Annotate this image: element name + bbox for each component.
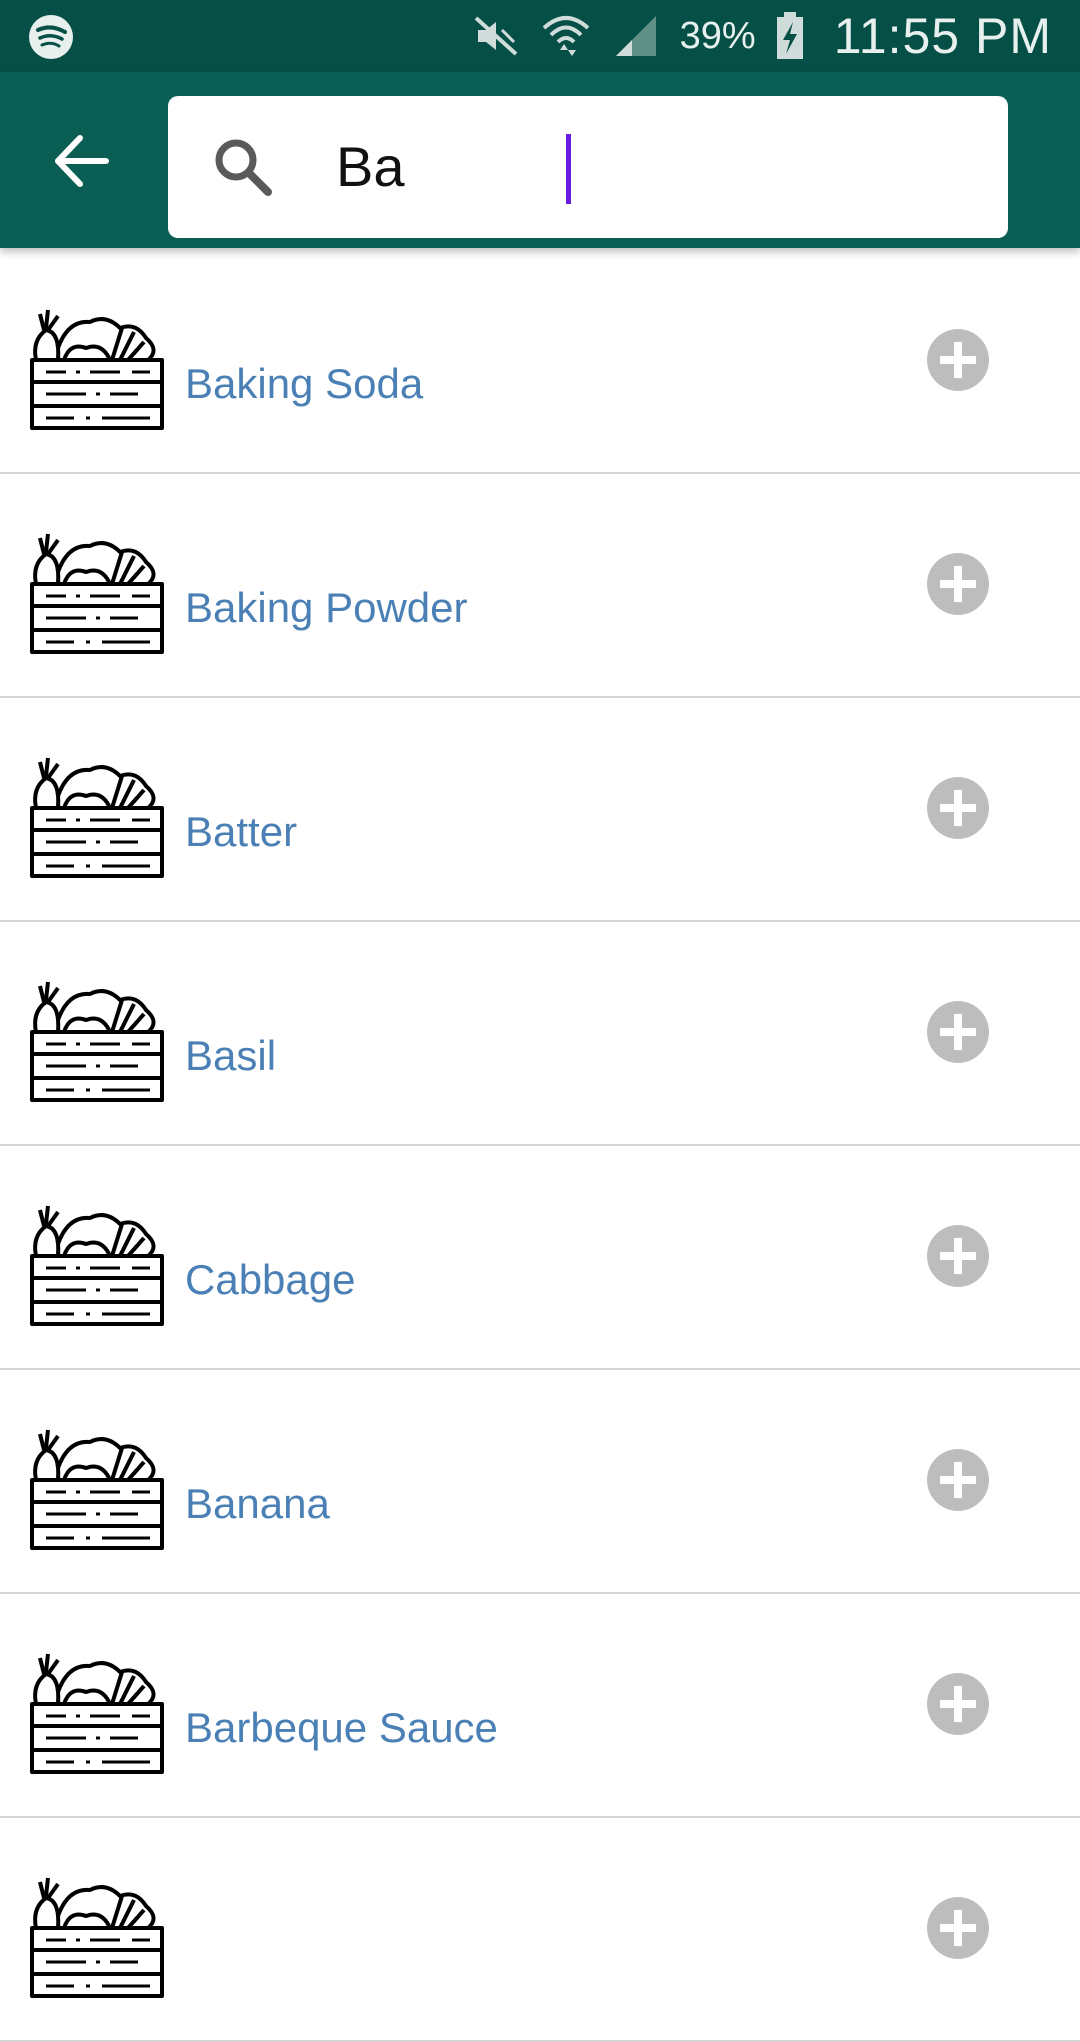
plus-circle-icon[interactable] xyxy=(926,1896,990,1960)
vegetable-crate-icon xyxy=(30,1653,164,1774)
list-item[interactable]: Baking Powder xyxy=(0,474,1080,698)
list-item[interactable]: Cabbage xyxy=(0,1146,1080,1370)
item-label: Baking Powder xyxy=(185,584,468,631)
status-time: 11:55 PM xyxy=(833,8,1052,64)
item-label: Batter xyxy=(185,808,298,855)
cellular-signal-icon xyxy=(615,16,656,56)
item-label: Cabbage xyxy=(185,1256,356,1303)
result-list: Baking Soda Baking Powder Batter Basil C… xyxy=(0,250,1080,2042)
search-input[interactable] xyxy=(336,118,976,216)
arrow-left-icon[interactable] xyxy=(46,126,116,196)
text-caret xyxy=(566,134,571,204)
plus-circle-icon[interactable] xyxy=(926,552,990,616)
vegetable-crate-icon xyxy=(30,981,164,1102)
item-label: Basil xyxy=(185,1032,277,1079)
plus-circle-icon[interactable] xyxy=(926,1000,990,1064)
vegetable-crate-icon xyxy=(30,309,164,430)
app-bar xyxy=(0,72,1080,248)
item-label: Barbeque Sauce xyxy=(185,1704,498,1751)
plus-circle-icon[interactable] xyxy=(926,1448,990,1512)
search-box[interactable] xyxy=(168,96,1008,238)
list-item[interactable]: Barbeque Sauce xyxy=(0,1594,1080,1818)
list-item[interactable]: Basil xyxy=(0,922,1080,1146)
status-icons: 39% 11:55 PM xyxy=(470,0,1052,72)
plus-circle-icon[interactable] xyxy=(926,1672,990,1736)
battery-percent: 39% xyxy=(679,14,756,57)
vegetable-crate-icon xyxy=(30,1429,164,1550)
list-item[interactable] xyxy=(0,1818,1080,2042)
plus-circle-icon[interactable] xyxy=(926,776,990,840)
list-item[interactable]: Baking Soda xyxy=(0,250,1080,474)
vegetable-crate-icon xyxy=(30,757,164,878)
vegetable-crate-icon xyxy=(30,1877,164,1998)
status-bar: 39% 11:55 PM xyxy=(0,0,1080,72)
list-item[interactable]: Banana xyxy=(0,1370,1080,1594)
item-label: Banana xyxy=(185,1480,330,1527)
battery-charging-icon xyxy=(776,12,803,59)
wifi-icon xyxy=(542,16,589,56)
plus-circle-icon[interactable] xyxy=(926,1224,990,1288)
vegetable-crate-icon xyxy=(30,1205,164,1326)
mute-icon xyxy=(474,16,517,56)
vegetable-crate-icon xyxy=(30,533,164,654)
spotify-icon xyxy=(29,15,73,59)
item-label: Baking Soda xyxy=(185,360,424,407)
search-icon xyxy=(215,139,272,196)
plus-circle-icon[interactable] xyxy=(926,328,990,392)
list-item[interactable]: Batter xyxy=(0,698,1080,922)
